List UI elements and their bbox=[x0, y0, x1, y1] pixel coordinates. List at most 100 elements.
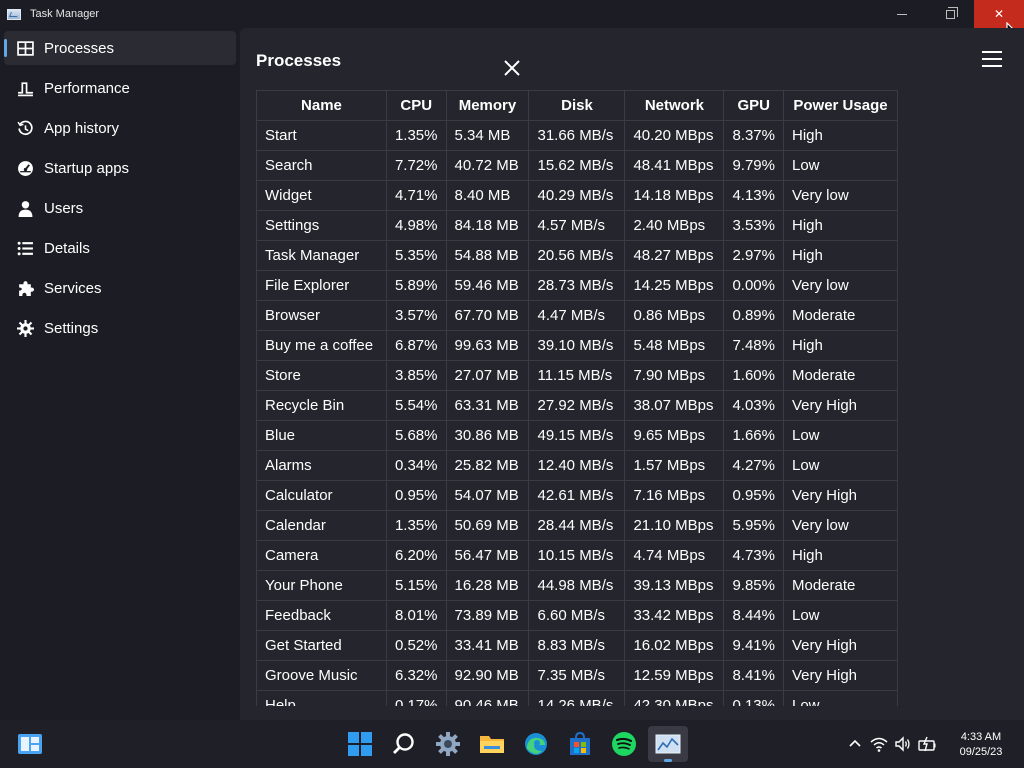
hamburger-menu-button[interactable] bbox=[982, 51, 1002, 69]
taskbar-settings-app[interactable] bbox=[428, 726, 468, 762]
cell-cpu: 5.89% bbox=[385, 270, 447, 301]
clock-date: 09/25/23 bbox=[959, 746, 1003, 758]
cell-power-usage: High bbox=[782, 330, 898, 361]
sidebar-item-services[interactable]: Services bbox=[4, 271, 236, 305]
cell-disk: 44.98 MB/s bbox=[528, 570, 626, 601]
wifi-icon[interactable] bbox=[870, 735, 888, 753]
restore-button[interactable] bbox=[926, 0, 974, 28]
taskbar: 4:33 AM 09/25/23 bbox=[0, 720, 1024, 768]
table-row[interactable]: Camera 6.20% 56.47 MB 10.15 MB/s 4.74 MBps 4.… bbox=[256, 540, 898, 571]
cell-name: Help bbox=[256, 690, 387, 706]
cell-memory: 63.31 MB bbox=[445, 390, 530, 421]
chevron-up-icon[interactable] bbox=[846, 735, 864, 753]
table-row[interactable]: Recycle Bin 5.54% 63.31 MB 27.92 MB/s 38.07 … bbox=[256, 390, 898, 421]
table-row[interactable]: Alarms 0.34% 25.82 MB 12.40 MB/s 1.57 MBps 4.… bbox=[256, 450, 898, 481]
sidebar-item-settings[interactable]: Settings bbox=[4, 311, 236, 345]
cell-power-usage: High bbox=[782, 540, 898, 571]
table-row[interactable]: Blue 5.68% 30.86 MB 49.15 MB/s 9.65 MBps 1.66… bbox=[256, 420, 898, 451]
table-row[interactable]: Calculator 0.95% 54.07 MB 42.61 MB/s 7.16 MB… bbox=[256, 480, 898, 511]
cell-power-usage: Very low bbox=[782, 180, 898, 211]
table-row[interactable]: Groove Music 6.32% 92.90 MB 7.35 MB/s 12.59 … bbox=[256, 660, 898, 691]
cell-cpu: 3.57% bbox=[385, 300, 447, 331]
cell-power-usage: Moderate bbox=[782, 300, 898, 331]
cell-network: 33.42 MBps bbox=[624, 600, 725, 631]
hamburger-line bbox=[982, 58, 1002, 60]
column-header-cpu[interactable]: CPU bbox=[385, 90, 447, 121]
taskbar-clock[interactable]: 4:33 AM 09/25/23 bbox=[948, 730, 1014, 760]
column-header-network[interactable]: Network bbox=[624, 90, 725, 121]
cell-cpu: 5.35% bbox=[385, 240, 447, 271]
table-row[interactable]: Calendar 1.35% 50.69 MB 28.44 MB/s 21.10 MBp… bbox=[256, 510, 898, 541]
grid-icon bbox=[16, 39, 34, 57]
sidebar-item-app-history[interactable]: App history bbox=[4, 111, 236, 145]
cell-disk: 7.35 MB/s bbox=[528, 660, 626, 691]
cell-network: 0.86 MBps bbox=[624, 300, 725, 331]
cell-power-usage: Low bbox=[782, 150, 898, 181]
table-row[interactable]: Settings 4.98% 84.18 MB 4.57 MB/s 2.40 MBps 3… bbox=[256, 210, 898, 241]
cell-network: 16.02 MBps bbox=[624, 630, 725, 661]
table-row[interactable]: Widget 4.71% 8.40 MB 40.29 MB/s 14.18 MBps 4.… bbox=[256, 180, 898, 211]
minimize-button[interactable] bbox=[878, 0, 926, 28]
column-header-disk[interactable]: Disk bbox=[528, 90, 626, 121]
history-icon bbox=[16, 119, 34, 137]
battery-charging-icon[interactable] bbox=[918, 735, 936, 753]
sidebar-item-users[interactable]: Users bbox=[4, 191, 236, 225]
close-icon[interactable] bbox=[502, 58, 522, 78]
cell-gpu: 7.48% bbox=[723, 330, 784, 361]
cell-gpu: 5.95% bbox=[723, 510, 784, 541]
volume-icon[interactable] bbox=[894, 735, 912, 753]
cell-power-usage: Very low bbox=[782, 510, 898, 541]
cell-network: 5.48 MBps bbox=[624, 330, 725, 361]
cell-network: 1.57 MBps bbox=[624, 450, 725, 481]
gear-icon bbox=[16, 319, 34, 337]
column-header-gpu[interactable]: GPU bbox=[723, 90, 784, 121]
cell-power-usage: Moderate bbox=[782, 570, 898, 601]
table-row[interactable]: Store 3.85% 27.07 MB 11.15 MB/s 7.90 MBps 1.6… bbox=[256, 360, 898, 391]
cell-network: 12.59 MBps bbox=[624, 660, 725, 691]
cell-cpu: 0.34% bbox=[385, 450, 447, 481]
cell-gpu: 1.60% bbox=[723, 360, 784, 391]
table-row[interactable]: Task Manager 5.35% 54.88 MB 20.56 MB/s 48.27… bbox=[256, 240, 898, 271]
cell-disk: 28.73 MB/s bbox=[528, 270, 626, 301]
column-header-memory[interactable]: Memory bbox=[445, 90, 530, 121]
table-row[interactable]: Search 7.72% 40.72 MB 15.62 MB/s 48.41 MBps 9… bbox=[256, 150, 898, 181]
cell-name: Camera bbox=[256, 540, 387, 571]
start-button[interactable] bbox=[340, 726, 380, 762]
sidebar-item-details[interactable]: Details bbox=[4, 231, 236, 265]
taskbar-file-explorer[interactable] bbox=[472, 726, 512, 762]
cell-memory: 92.90 MB bbox=[445, 660, 530, 691]
sidebar-item-performance[interactable]: Performance bbox=[4, 71, 236, 105]
cell-memory: 54.07 MB bbox=[445, 480, 530, 511]
sidebar-item-processes[interactable]: Processes bbox=[4, 31, 236, 65]
taskbar-spotify[interactable] bbox=[604, 726, 644, 762]
cell-memory: 99.63 MB bbox=[445, 330, 530, 361]
cell-power-usage: Very High bbox=[782, 480, 898, 511]
sidebar-item-startup-apps[interactable]: Startup apps bbox=[4, 151, 236, 185]
table-row[interactable]: File Explorer 5.89% 59.46 MB 28.73 MB/s 14.2… bbox=[256, 270, 898, 301]
taskbar-apps bbox=[340, 726, 692, 762]
table-row[interactable]: Browser 3.57% 67.70 MB 4.47 MB/s 0.86 MBps 0.… bbox=[256, 300, 898, 331]
gauge-icon bbox=[16, 159, 34, 177]
table-row[interactable]: Help 0.17% 90.46 MB 14.26 MB/s 42.30 MBps 0.1… bbox=[256, 690, 898, 706]
taskbar-task-manager[interactable] bbox=[648, 726, 688, 762]
column-header-power-usage[interactable]: Power Usage bbox=[782, 90, 898, 121]
table-row[interactable]: Start 1.35% 5.34 MB 31.66 MB/s 40.20 MBps 8.3… bbox=[256, 120, 898, 151]
column-header-name[interactable]: Name bbox=[256, 90, 387, 121]
taskbar-store[interactable] bbox=[560, 726, 600, 762]
cell-gpu: 8.41% bbox=[723, 660, 784, 691]
search-button[interactable] bbox=[384, 726, 424, 762]
clock-time: 4:33 AM bbox=[960, 731, 1002, 743]
cell-gpu: 4.03% bbox=[723, 390, 784, 421]
table-row[interactable]: Your Phone 5.15% 16.28 MB 44.98 MB/s 39.13 M… bbox=[256, 570, 898, 601]
table-row[interactable]: Feedback 8.01% 73.89 MB 6.60 MB/s 33.42 MBps… bbox=[256, 600, 898, 631]
table-row[interactable]: Get Started 0.52% 33.41 MB 8.83 MB/s 16.02 M… bbox=[256, 630, 898, 661]
cell-gpu: 4.73% bbox=[723, 540, 784, 571]
cell-name: Recycle Bin bbox=[256, 390, 387, 421]
cell-memory: 25.82 MB bbox=[445, 450, 530, 481]
cell-cpu: 0.52% bbox=[385, 630, 447, 661]
widgets-icon[interactable] bbox=[18, 734, 42, 754]
table-row[interactable]: Buy me a coffee 6.87% 99.63 MB 39.10 MB/s 5.… bbox=[256, 330, 898, 361]
taskbar-edge-browser[interactable] bbox=[516, 726, 556, 762]
cell-name: Store bbox=[256, 360, 387, 391]
cell-cpu: 0.17% bbox=[385, 690, 447, 706]
